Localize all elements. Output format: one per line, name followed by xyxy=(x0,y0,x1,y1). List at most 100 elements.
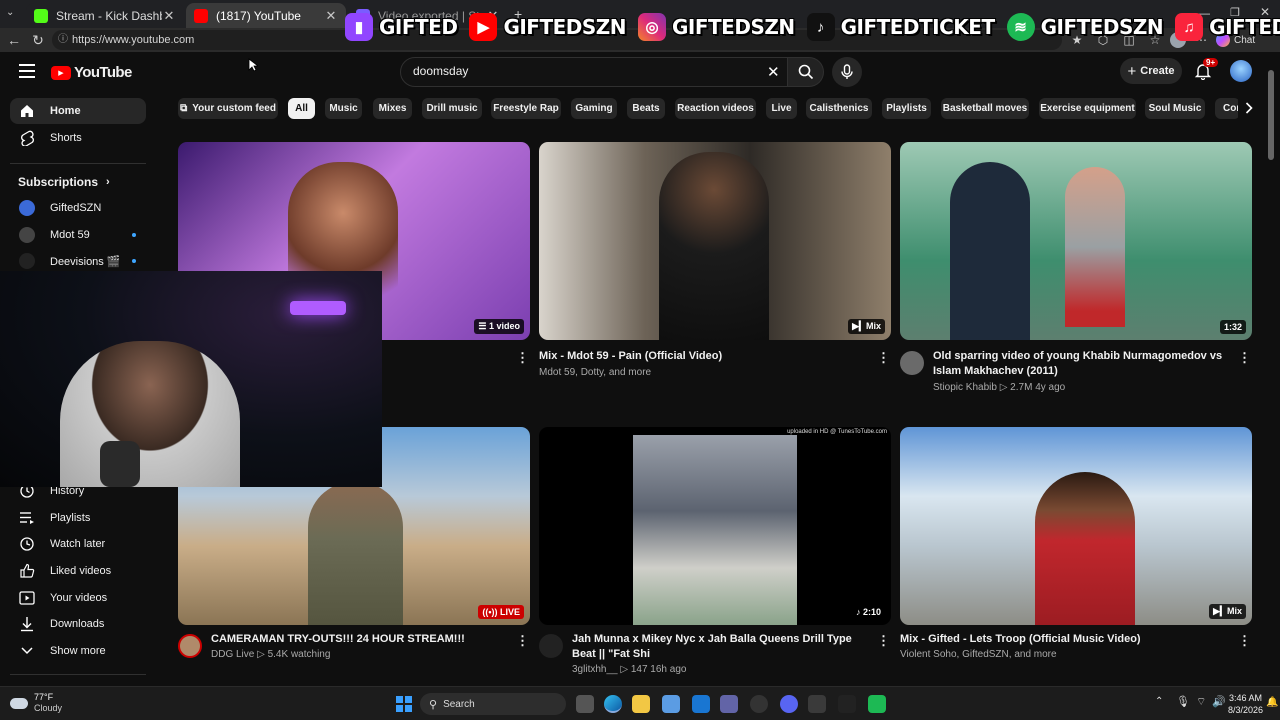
show-hidden-icons-icon[interactable]: ⌃ xyxy=(1155,696,1163,707)
youtube-icon: ▶ xyxy=(469,13,498,41)
chips-next-button[interactable] xyxy=(1238,96,1260,120)
like-icon xyxy=(18,562,36,580)
video-card[interactable]: 1:32 Old sparring video of young Khabib … xyxy=(900,142,1252,402)
chip-drill-music[interactable]: Drill music xyxy=(422,98,482,119)
clock[interactable]: 3:46 AM 8/3/2026 xyxy=(1228,692,1263,716)
youtube-logo[interactable]: ▶ YouTube xyxy=(51,64,132,81)
video-title[interactable]: Mix - Gifted - Lets Troop (Official Musi… xyxy=(900,632,1230,647)
chip-exercise-equipment[interactable]: Exercise equipment xyxy=(1039,98,1136,119)
task-view-icon[interactable] xyxy=(576,695,594,713)
xbox-icon[interactable] xyxy=(808,695,826,713)
spotify-taskbar-icon[interactable] xyxy=(868,695,886,713)
scrollbar-thumb[interactable] xyxy=(1268,70,1274,160)
chip-label: Mixes xyxy=(378,103,407,114)
chevron-right-icon: › xyxy=(106,176,110,188)
video-thumbnail[interactable]: ▶▎Mix xyxy=(539,142,891,340)
sidebar-item-subscription[interactable]: GiftedSZN xyxy=(10,195,146,221)
sidebar-item-liked-videos[interactable]: Liked videos xyxy=(10,558,146,584)
video-title[interactable]: Jah Munna x Mikey Nyc x Jah Balla Queens… xyxy=(572,632,872,662)
channel-avatar[interactable] xyxy=(539,634,563,658)
search-button[interactable] xyxy=(788,57,824,87)
video-card[interactable]: ▶▎Mix Mix - Mdot 59 - Pain (Official Vid… xyxy=(539,142,891,402)
sidebar-item-your-videos[interactable]: Your videos xyxy=(10,585,146,611)
chip-freestyle-rap[interactable]: Freestyle Rap xyxy=(491,98,561,119)
sidebar-item-label: Your videos xyxy=(50,592,108,604)
outlook-icon[interactable] xyxy=(692,695,710,713)
sidebar-item-show-more[interactable]: Show more xyxy=(10,638,146,664)
notification-center-icon[interactable]: 🔔 xyxy=(1266,697,1278,708)
site-info-icon[interactable]: ⓘ xyxy=(58,30,68,50)
chip-basketball-moves[interactable]: Basketball moves xyxy=(941,98,1029,119)
video-menu-icon[interactable]: ⋮ xyxy=(1238,634,1251,648)
thumbnail-figure xyxy=(950,162,1030,340)
channel-avatar[interactable] xyxy=(900,351,924,375)
edge-icon[interactable] xyxy=(604,695,622,713)
sidebar-item-subscription[interactable]: Mdot 59 xyxy=(10,222,146,248)
channel-avatar[interactable] xyxy=(178,634,202,658)
video-menu-icon[interactable]: ⋮ xyxy=(1238,351,1251,365)
chip-gaming[interactable]: Gaming xyxy=(571,98,617,119)
wifi-icon[interactable]: ⌔ xyxy=(1196,695,1206,709)
taskbar-search[interactable]: ⚲ Search xyxy=(420,693,566,715)
chip-calisthenics[interactable]: Calisthenics xyxy=(806,98,872,119)
chip-all[interactable]: All xyxy=(288,98,315,119)
channel-avatar xyxy=(18,199,36,217)
video-menu-icon[interactable]: ⋮ xyxy=(877,351,890,365)
back-icon[interactable]: ← xyxy=(6,32,22,48)
account-avatar[interactable] xyxy=(1230,60,1252,82)
weather-widget[interactable]: 77°F Cloudy xyxy=(10,692,62,714)
chip-live[interactable]: Live xyxy=(766,98,797,119)
guide-menu-icon[interactable] xyxy=(19,64,35,78)
sidebar-item-downloads[interactable]: Downloads xyxy=(10,611,146,637)
close-tab-icon[interactable]: ✕ xyxy=(162,8,176,24)
start-button[interactable] xyxy=(396,696,412,712)
clear-search-icon[interactable]: ✕ xyxy=(767,63,780,81)
tab-actions-icon[interactable]: ⌄ xyxy=(6,7,20,21)
sidebar-item-watch-later[interactable]: Watch later xyxy=(10,531,146,557)
sidebar-item-home[interactable]: Home xyxy=(10,98,146,124)
tab-youtube[interactable]: (1817) YouTube ✕ xyxy=(186,3,346,28)
video-thumbnail[interactable]: ▶▎Mix xyxy=(900,427,1252,625)
video-thumbnail[interactable]: 1:32 xyxy=(900,142,1252,340)
video-card[interactable]: uploaded in HD @ TunesToTube.com ♪ 2:10 … xyxy=(539,427,891,675)
chip-soul-music[interactable]: Soul Music xyxy=(1145,98,1205,119)
notifications-button[interactable]: 9+ xyxy=(1194,58,1219,82)
volume-icon[interactable]: 🔊 xyxy=(1212,695,1226,708)
voice-search-button[interactable] xyxy=(832,57,862,87)
video-card[interactable]: ▶▎Mix Mix - Gifted - Lets Troop (Officia… xyxy=(900,427,1252,667)
custom-feed-icon: ⧉ xyxy=(180,103,188,114)
chip-mixes[interactable]: Mixes xyxy=(373,98,412,119)
search-input[interactable]: doomsday xyxy=(413,64,468,78)
video-title[interactable]: Old sparring video of young Khabib Nurma… xyxy=(933,349,1233,379)
chip-partial[interactable]: Con xyxy=(1215,98,1240,119)
video-menu-icon[interactable]: ⋮ xyxy=(516,351,529,365)
video-title[interactable]: CAMERAMAN TRY-OUTS!!! 24 HOUR STREAM!!! xyxy=(211,632,511,647)
close-tab-icon[interactable]: ✕ xyxy=(324,8,338,24)
search-box[interactable]: doomsday ✕ xyxy=(400,57,788,87)
stocks-app-icon[interactable] xyxy=(838,695,856,713)
video-menu-icon[interactable]: ⋮ xyxy=(877,634,890,648)
teams-icon[interactable] xyxy=(720,695,738,713)
chip-playlists[interactable]: Playlists xyxy=(882,98,931,119)
chip-music[interactable]: Music xyxy=(325,98,362,119)
discord-icon[interactable] xyxy=(780,695,798,713)
overlay-handle: GIFTEDSZN xyxy=(1040,15,1164,39)
capcut-icon[interactable] xyxy=(750,695,768,713)
create-button[interactable]: + Create xyxy=(1120,58,1182,84)
page-scrollbar[interactable] xyxy=(1267,64,1275,676)
tab-kick-dashboard[interactable]: Stream - Kick Dashboard ✕ xyxy=(26,3,184,28)
video-menu-icon[interactable]: ⋮ xyxy=(516,634,529,648)
microphone-tray-icon[interactable]: 🎙 xyxy=(1176,695,1190,708)
video-title[interactable]: Mix - Mdot 59 - Pain (Official Video) xyxy=(539,349,869,364)
chip-beats[interactable]: Beats xyxy=(627,98,665,119)
subscriptions-header[interactable]: Subscriptions › xyxy=(18,175,110,189)
file-explorer-icon[interactable] xyxy=(632,695,650,713)
store-icon[interactable] xyxy=(662,695,680,713)
sidebar-item-playlists[interactable]: Playlists xyxy=(10,505,146,531)
refresh-icon[interactable]: ↻ xyxy=(30,32,46,48)
plus-icon: + xyxy=(1127,62,1137,80)
video-thumbnail[interactable]: uploaded in HD @ TunesToTube.com ♪ 2:10 xyxy=(539,427,891,625)
chip-reaction-videos[interactable]: Reaction videos xyxy=(675,98,756,119)
sidebar-item-shorts[interactable]: Shorts xyxy=(10,125,146,151)
chip-your-custom-feed[interactable]: ⧉ Your custom feed xyxy=(178,98,278,119)
